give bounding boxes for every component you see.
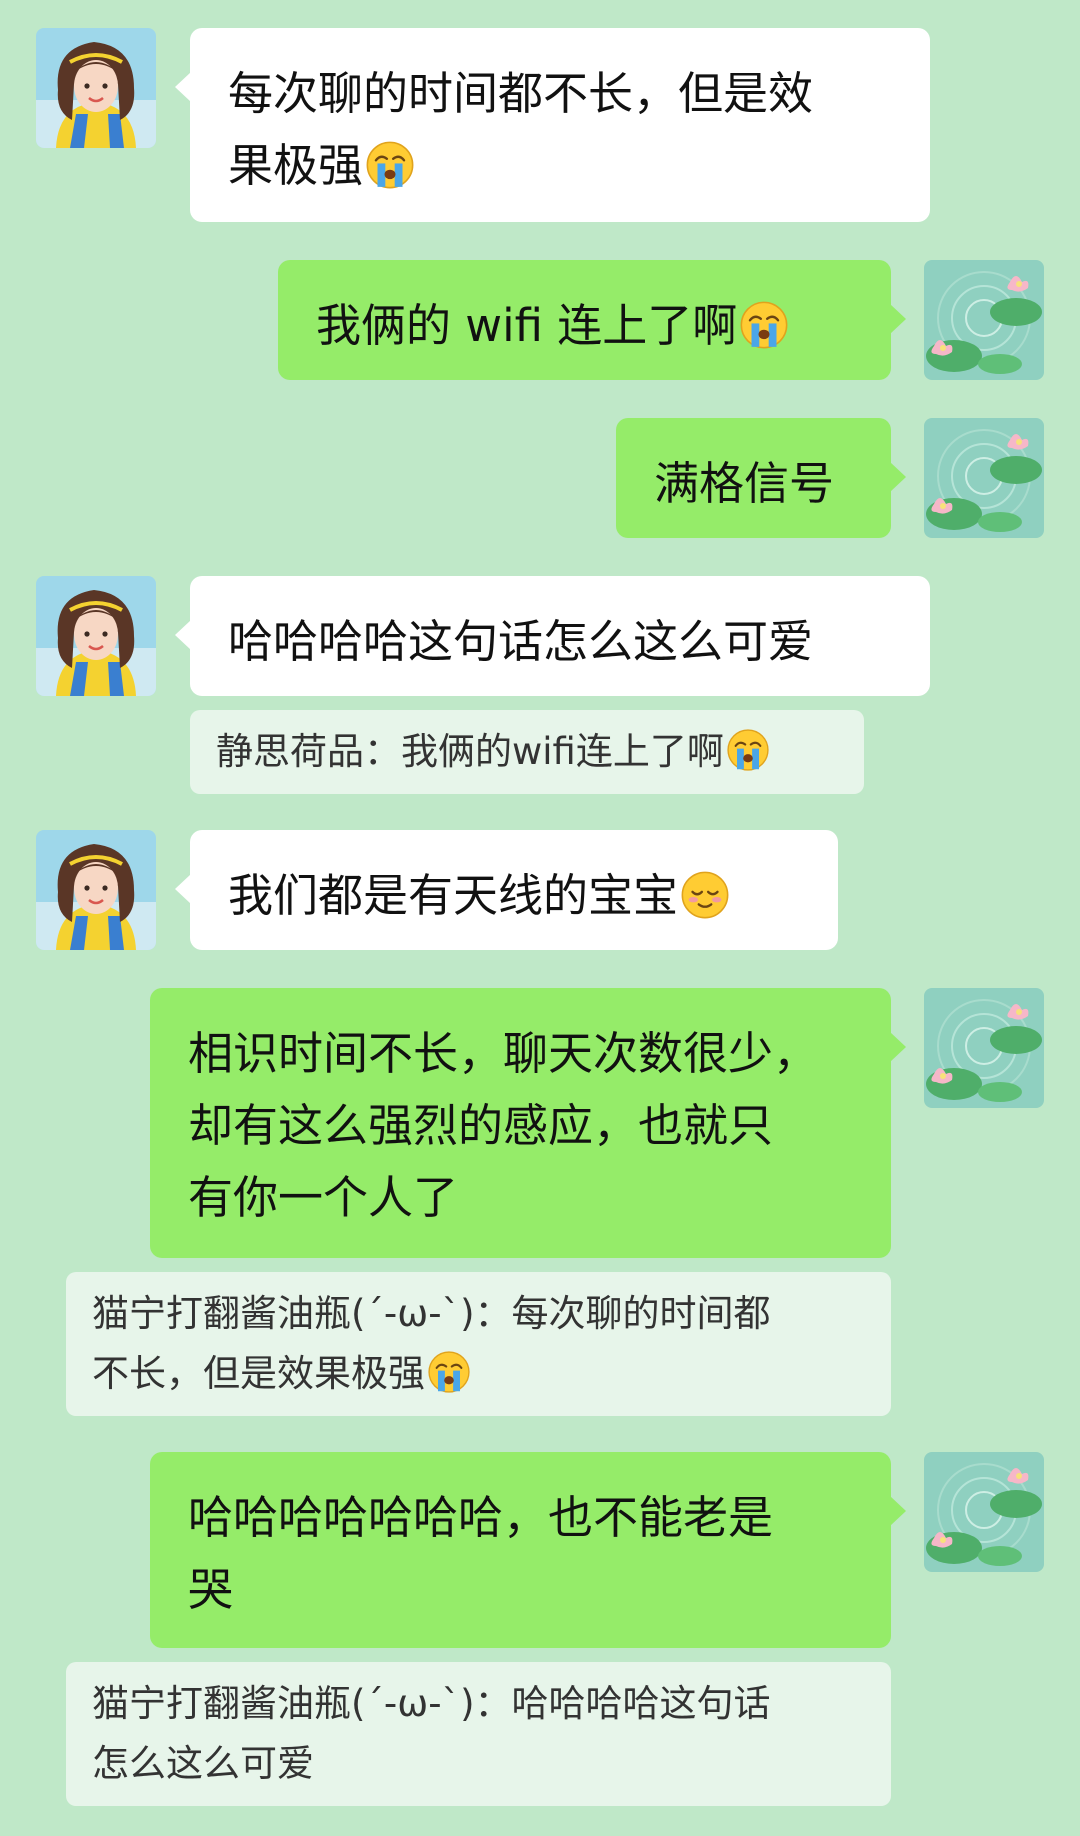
- smiling-face-icon: [680, 870, 730, 920]
- chat-area: 每次聊的时间都不长，但是效 果极强 我俩的 wifi 连上了啊 满格信号 哈哈哈…: [0, 0, 1080, 1836]
- lotus-pond-avatar-icon: [924, 1452, 1044, 1572]
- message-text: 有你一个人了: [188, 1171, 459, 1224]
- message-bubble-outgoing[interactable]: 相识时间不长，聊天次数很少， 却有这么强烈的感应，也就只 有你一个人了: [150, 988, 906, 1258]
- quote-text: 静思荷品：我俩的wifi连上了啊: [216, 730, 724, 773]
- message-bubble-outgoing[interactable]: 哈哈哈哈哈哈哈，也不能老是 哭: [150, 1452, 906, 1648]
- contact-avatar[interactable]: [36, 830, 156, 950]
- message-text: 果极强: [228, 130, 892, 202]
- message-text: 哭: [188, 1563, 234, 1616]
- girl-avatar-icon: [36, 576, 156, 696]
- message-text: 哈哈哈哈这句话怎么这么可爱: [228, 615, 814, 668]
- message-text: 我们都是有天线的宝宝: [228, 869, 679, 922]
- message-text: 却有这么强烈的感应，也就只: [188, 1099, 774, 1152]
- quoted-message[interactable]: 静思荷品：我俩的wifi连上了啊: [190, 710, 864, 794]
- loudly-crying-face-icon: [365, 140, 415, 190]
- contact-avatar[interactable]: [36, 576, 156, 696]
- message-bubble-incoming[interactable]: 每次聊的时间都不长，但是效 果极强: [175, 28, 930, 222]
- quote-text: 不长，但是效果极强: [92, 1344, 865, 1404]
- quote-text: 猫宁打翻酱油瓶(´-ω-`)：哈哈哈哈这句话: [92, 1682, 771, 1725]
- message-bubble-incoming[interactable]: 我们都是有天线的宝宝: [175, 830, 838, 950]
- message-bubble-outgoing[interactable]: 满格信号: [616, 418, 906, 538]
- quoted-message[interactable]: 猫宁打翻酱油瓶(´-ω-`)：每次聊的时间都 不长，但是效果极强: [66, 1272, 891, 1416]
- girl-avatar-icon: [36, 830, 156, 950]
- message-text: 满格信号: [654, 457, 835, 510]
- message-text: 每次聊的时间都不长，但是效: [228, 67, 814, 120]
- message-bubble-incoming[interactable]: 哈哈哈哈这句话怎么这么可爱: [175, 576, 930, 696]
- lotus-pond-avatar-icon: [924, 418, 1044, 538]
- loudly-crying-face-icon: [427, 1350, 471, 1394]
- loudly-crying-face-icon: [726, 728, 770, 772]
- quoted-message[interactable]: 猫宁打翻酱油瓶(´-ω-`)：哈哈哈哈这句话 怎么这么可爱: [66, 1662, 891, 1806]
- girl-avatar-icon: [36, 28, 156, 148]
- lotus-pond-avatar-icon: [924, 260, 1044, 380]
- message-text: 哈哈哈哈哈哈哈，也不能老是: [188, 1491, 774, 1544]
- my-avatar[interactable]: [924, 1452, 1044, 1572]
- my-avatar[interactable]: [924, 988, 1044, 1108]
- message-bubble-outgoing[interactable]: 我俩的 wifi 连上了啊: [278, 260, 906, 380]
- message-text: 相识时间不长，聊天次数很少，: [188, 1027, 819, 1080]
- quote-text: 猫宁打翻酱油瓶(´-ω-`)：每次聊的时间都: [92, 1292, 771, 1335]
- lotus-pond-avatar-icon: [924, 988, 1044, 1108]
- contact-avatar[interactable]: [36, 28, 156, 148]
- my-avatar[interactable]: [924, 418, 1044, 538]
- my-avatar[interactable]: [924, 260, 1044, 380]
- quote-text: 怎么这么可爱: [92, 1742, 314, 1785]
- loudly-crying-face-icon: [739, 300, 789, 350]
- message-text: 我俩的 wifi 连上了啊: [316, 299, 738, 352]
